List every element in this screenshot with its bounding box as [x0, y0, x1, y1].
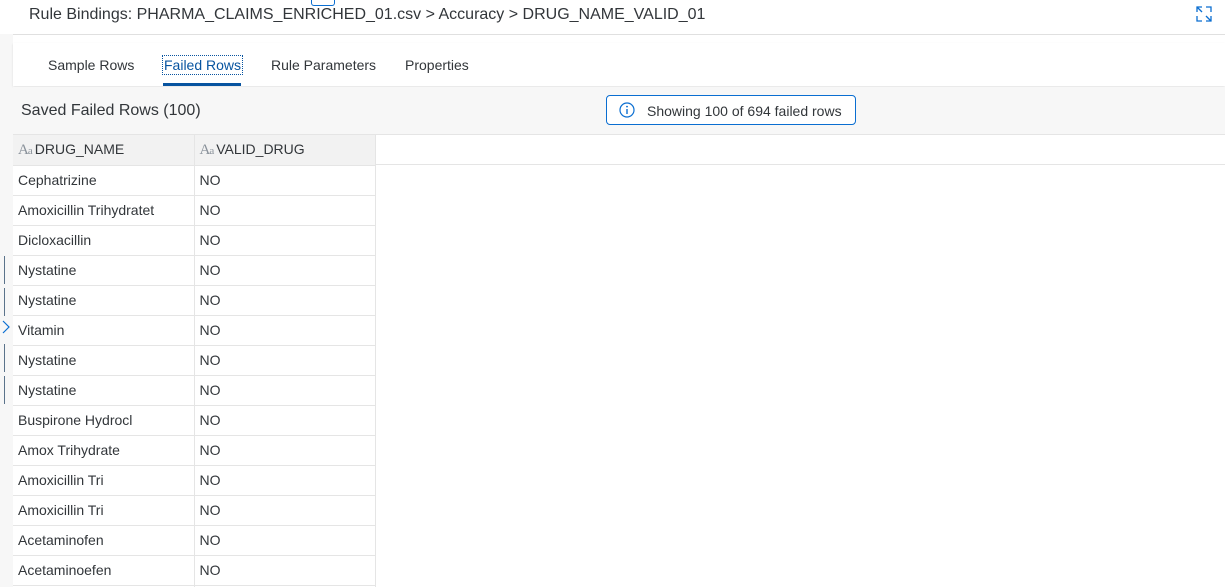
table-row[interactable]: Cephatrizine NO — [13, 165, 376, 196]
cell-drug-name: Amoxicillin Tri — [13, 495, 195, 526]
table-row[interactable]: Acetaminofen NO — [13, 525, 376, 556]
strip-divider — [4, 256, 5, 284]
column-header-label: VALID_DRUG — [216, 140, 305, 157]
table-row[interactable]: Buspirone Hydrocl NO — [13, 405, 376, 436]
table-row[interactable]: Dicloxacillin NO — [13, 225, 376, 256]
cell-valid-drug: NO — [194, 165, 376, 196]
tab-failed-rows[interactable]: Failed Rows — [161, 55, 244, 75]
tab-properties[interactable]: Properties — [405, 57, 469, 73]
table-row[interactable]: Acetaminoefen NO — [13, 555, 376, 586]
table-row[interactable]: Vitamin NO — [13, 315, 376, 346]
cell-drug-name: Buspirone Hydrocl — [13, 405, 195, 436]
table-row[interactable]: Amox Trihydrate NO — [13, 435, 376, 466]
string-type-icon: Aa — [199, 141, 215, 158]
active-tab-indicator — [163, 83, 241, 86]
cell-drug-name: Amoxicillin Tri — [13, 465, 195, 496]
table-row[interactable]: Nystatine NO — [13, 255, 376, 286]
cell-drug-name: Nystatine — [13, 255, 195, 286]
column-header-drug-name[interactable]: Aa DRUG_NAME — [13, 135, 195, 166]
title-bar: Rule Bindings: PHARMA_CLAIMS_ENRICHED_01… — [0, 0, 1225, 35]
failed-rows-panel: Saved Failed Rows (100) Showing 100 of 6… — [13, 87, 1225, 587]
cell-drug-name: Amox Trihydrate — [13, 435, 195, 466]
cell-drug-name: Vitamin — [13, 315, 195, 346]
table-row[interactable]: Amoxicillin Tri NO — [13, 465, 376, 496]
tab-sample-rows[interactable]: Sample Rows — [48, 57, 134, 73]
cell-valid-drug: NO — [194, 315, 376, 346]
table-row[interactable]: Amoxicillin Tri NO — [13, 495, 376, 526]
cell-valid-drug: NO — [194, 375, 376, 406]
cell-valid-drug: NO — [194, 405, 376, 436]
table-header-row: Aa DRUG_NAME Aa VALID_DRUG — [13, 135, 376, 166]
cell-drug-name: Nystatine — [13, 375, 195, 406]
info-message-text: Showing 100 of 694 failed rows — [647, 103, 842, 119]
table-row[interactable]: Nystatine NO — [13, 285, 376, 316]
cell-valid-drug: NO — [194, 225, 376, 256]
table-row[interactable]: Amoxicillin Trihydratet NO — [13, 195, 376, 226]
table-row[interactable]: Nystatine NO — [13, 375, 376, 406]
cell-drug-name: Amoxicillin Trihydratet — [13, 195, 195, 226]
chevron-right-icon[interactable] — [1, 320, 11, 334]
cell-valid-drug: NO — [194, 195, 376, 226]
strip-divider — [4, 288, 5, 316]
cell-valid-drug: NO — [194, 435, 376, 466]
cell-drug-name: Acetaminoefen — [13, 555, 195, 586]
tab-bar: Sample Rows Failed Rows Rule Parameters … — [13, 43, 1225, 86]
expand-icon[interactable] — [1196, 6, 1212, 22]
cell-valid-drug: NO — [194, 255, 376, 286]
page: Rule Bindings: PHARMA_CLAIMS_ENRICHED_01… — [0, 0, 1225, 587]
info-message-strip: Showing 100 of 694 failed rows — [606, 95, 856, 125]
info-icon — [619, 102, 635, 118]
failed-rows-table: Aa DRUG_NAME Aa VALID_DRUG Cephatrizine NO … — [13, 134, 1225, 587]
table-body: Cephatrizine NO Amoxicillin Trihydratet NO… — [13, 165, 376, 587]
string-type-icon: Aa — [18, 141, 33, 158]
strip-divider — [4, 376, 5, 404]
cell-drug-name: Dicloxacillin — [13, 225, 195, 256]
data-grid: Aa DRUG_NAME Aa VALID_DRUG Cephatrizine NO … — [13, 135, 376, 587]
column-header-label: DRUG_NAME — [34, 140, 125, 157]
side-panel-strip — [0, 34, 13, 587]
window-title: Rule Bindings: PHARMA_CLAIMS_ENRICHED_01… — [29, 6, 706, 23]
cell-drug-name: Acetaminofen — [13, 525, 195, 556]
cell-valid-drug: NO — [194, 525, 376, 556]
cell-valid-drug: NO — [194, 555, 376, 586]
cell-valid-drug: NO — [194, 285, 376, 316]
section-title: Saved Failed Rows (100) — [21, 102, 201, 119]
cell-valid-drug: NO — [194, 345, 376, 376]
cell-valid-drug: NO — [194, 495, 376, 526]
column-header-valid-drug[interactable]: Aa VALID_DRUG — [194, 135, 376, 166]
cell-drug-name: Nystatine — [13, 285, 195, 316]
tab-rule-parameters[interactable]: Rule Parameters — [271, 57, 376, 73]
table-row[interactable]: Nystatine NO — [13, 345, 376, 376]
cell-valid-drug: NO — [194, 465, 376, 496]
strip-divider — [4, 344, 5, 372]
cell-drug-name: Nystatine — [13, 345, 195, 376]
cell-drug-name: Cephatrizine — [13, 165, 195, 196]
